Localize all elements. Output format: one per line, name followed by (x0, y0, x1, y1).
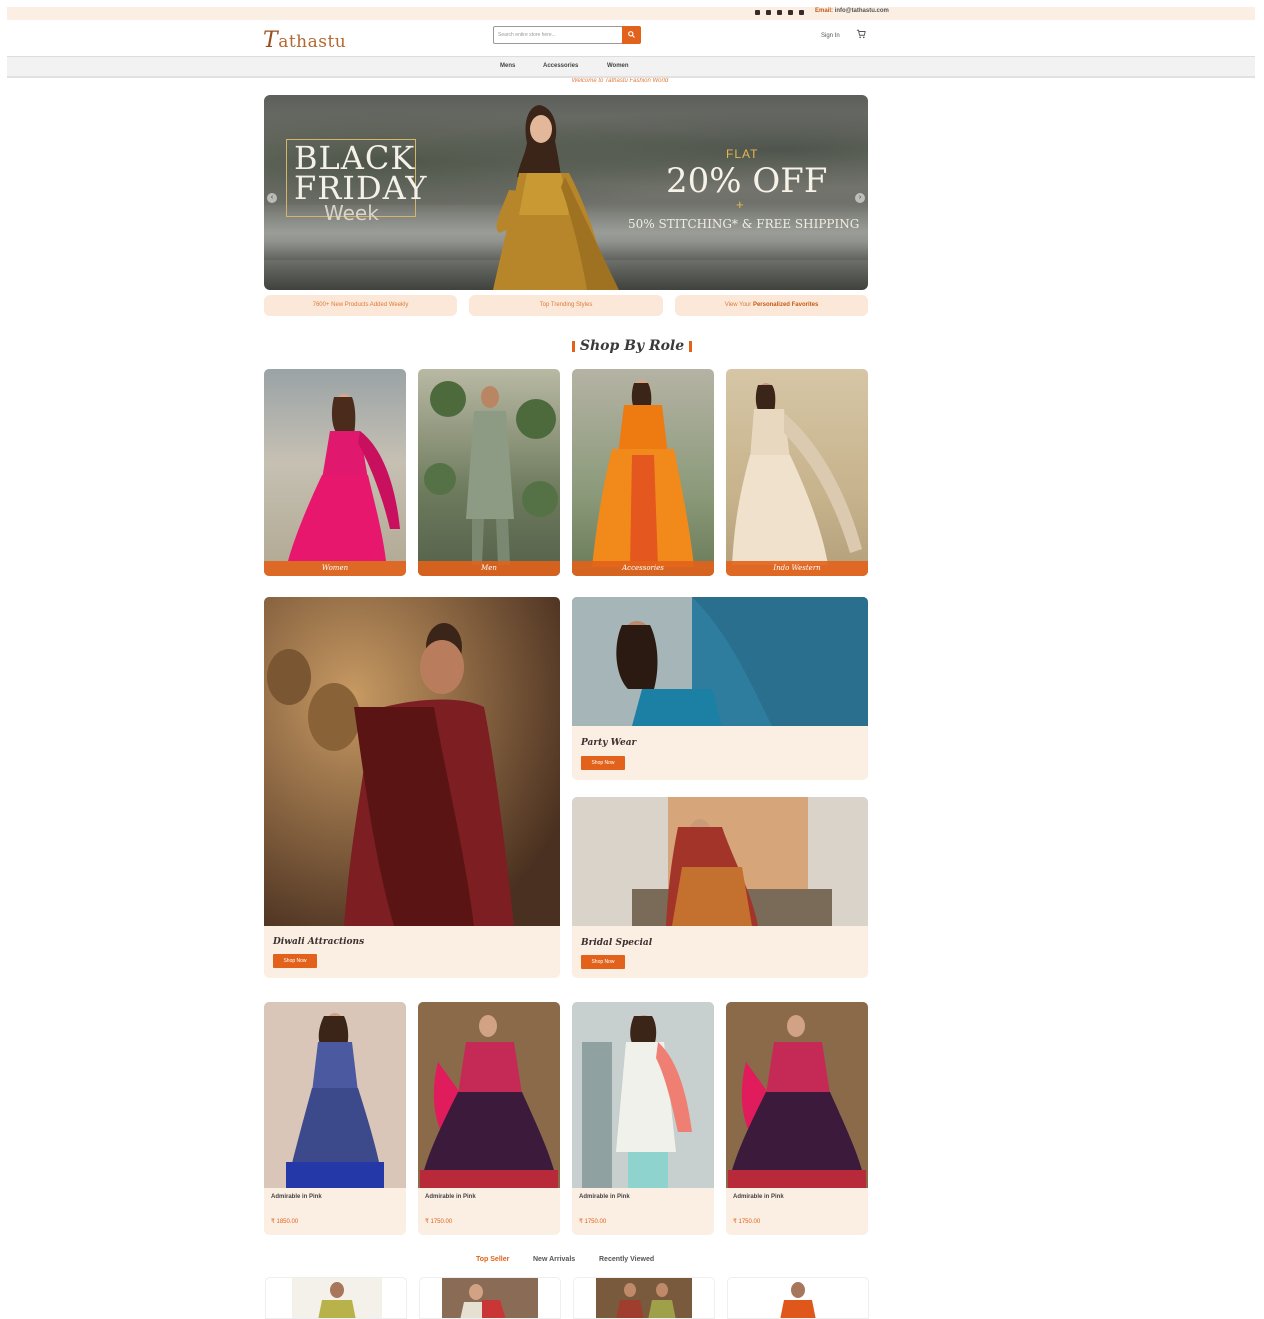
cart-icon[interactable] (856, 29, 866, 39)
product-image (442, 1278, 538, 1318)
feature-text: 7600+ New Products Added Weekly (312, 302, 409, 308)
main-nav: Mens Accessories Women (7, 56, 1255, 78)
hero-line-week: Week (324, 201, 379, 225)
role-card-women[interactable]: Women (264, 369, 406, 576)
promo-bridal-special[interactable]: Bridal Special Shop Now (572, 797, 868, 978)
promo-image-diwali (264, 597, 560, 926)
chevron-left-icon: ‹ (270, 194, 274, 201)
search-button[interactable] (622, 26, 641, 44)
product-card-preview[interactable] (419, 1277, 561, 1319)
social-links (755, 10, 804, 15)
logo-text: athastu (278, 32, 347, 52)
role-label: Men (418, 561, 560, 576)
role-card-men[interactable]: Men (418, 369, 560, 576)
nav-item-mens[interactable]: Mens (500, 63, 515, 69)
title-accent-left (571, 340, 575, 352)
sign-in-link[interactable]: Sign In (821, 33, 840, 39)
product-image (572, 1002, 714, 1188)
hero-offer: 20% OFF (666, 161, 828, 201)
hero-model-image (493, 105, 619, 290)
promo-party-wear[interactable]: Party Wear Shop Now (572, 597, 868, 780)
facebook-icon[interactable] (755, 10, 760, 15)
product-name[interactable]: Admirable in Pink (271, 1194, 322, 1200)
role-card-indo-western[interactable]: Indo Western (726, 369, 868, 576)
feature-pill-trending: Top Trending Styles (469, 295, 663, 316)
tab-top-seller[interactable]: Top Seller (476, 1256, 509, 1263)
feature-pill-new-products: 7600+ New Products Added Weekly (264, 295, 457, 316)
welcome-marquee: Welcome to Tathastu Fashion World (571, 78, 669, 84)
product-card[interactable]: Admirable in Pink ₹ 1850.00 (264, 1002, 406, 1235)
promo-diwali[interactable]: Diwali Attractions Shop Now (264, 597, 560, 978)
role-image-indo-western (732, 383, 862, 565)
product-price: ₹ 1850.00 (271, 1219, 299, 1225)
section-title-shop-by-role: Shop By Role (0, 338, 1264, 354)
nav-item-women[interactable]: Women (607, 63, 629, 69)
instagram-icon[interactable] (777, 10, 782, 15)
product-name[interactable]: Admirable in Pink (425, 1194, 476, 1200)
feature-prefix: View Your (724, 302, 753, 308)
shop-now-button[interactable]: Shop Now (581, 955, 625, 969)
product-price: ₹ 1750.00 (425, 1219, 453, 1225)
promo-image-bridal (572, 797, 868, 926)
feature-highlight: Personalized Favorites (752, 302, 819, 308)
pinterest-icon[interactable] (799, 10, 804, 15)
product-card-preview[interactable] (573, 1277, 715, 1319)
tab-recently-viewed[interactable]: Recently Viewed (599, 1256, 654, 1263)
role-image-women (288, 394, 400, 561)
promo-title: Bridal Special (581, 938, 653, 948)
product-price: ₹ 1750.00 (733, 1219, 761, 1225)
product-image (780, 1282, 816, 1318)
hero-banner[interactable]: BLACK FRIDAY Week FLAT 20% OFF + 50% STI… (264, 95, 868, 290)
promo-title: Diwali Attractions (273, 937, 365, 947)
product-card[interactable]: Admirable in Pink ₹ 1750.00 (572, 1002, 714, 1235)
tab-new-arrivals[interactable]: New Arrivals (533, 1256, 575, 1263)
product-image (418, 1002, 560, 1188)
product-image (596, 1278, 692, 1318)
email-label: Email: (815, 8, 834, 14)
promo-image-party-wear (572, 597, 868, 726)
title-accent-right (689, 340, 693, 352)
promo-title: Party Wear (581, 738, 637, 748)
shop-by-role-title: Shop By Role (579, 338, 685, 354)
carousel-next-button[interactable]: › (855, 193, 865, 203)
logo-initial: T (263, 28, 279, 53)
site-header: Tathastu Search entire store here... Sig… (7, 20, 1255, 56)
carousel-prev-button[interactable]: ‹ (267, 193, 277, 203)
feature-pill-favorites[interactable]: View Your Personalized Favorites (675, 295, 868, 316)
product-image (292, 1278, 382, 1318)
product-price: ₹ 1750.00 (579, 1219, 607, 1225)
product-card-preview[interactable] (727, 1277, 869, 1319)
role-image-accessories (592, 380, 694, 567)
twitter-icon[interactable] (766, 10, 771, 15)
role-label: Indo Western (726, 561, 868, 576)
shop-now-button[interactable]: Shop Now (273, 954, 317, 968)
product-card-preview[interactable] (265, 1277, 407, 1319)
top-email[interactable]: Email: info@tathastu.com (815, 8, 889, 14)
youtube-icon[interactable] (788, 10, 793, 15)
chevron-right-icon: › (858, 194, 862, 201)
hero-plus: + (736, 197, 744, 212)
hero-flat: FLAT (726, 147, 759, 161)
role-label: Accessories (572, 561, 714, 576)
product-card[interactable]: Admirable in Pink ₹ 1750.00 (726, 1002, 868, 1235)
feature-text: Top Trending Styles (539, 302, 593, 308)
nav-item-accessories[interactable]: Accessories (543, 63, 578, 69)
product-image (726, 1002, 868, 1188)
email-address[interactable]: info@tathastu.com (835, 8, 889, 14)
role-image-men (424, 381, 558, 565)
role-label: Women (264, 561, 406, 576)
site-logo[interactable]: Tathastu (263, 28, 346, 53)
hero-extra: 50% STITCHING* & FREE SHIPPING (628, 217, 860, 231)
search-input[interactable]: Search entire store here... (493, 26, 623, 44)
top-strip: Email: info@tathastu.com (7, 7, 1255, 20)
product-name[interactable]: Admirable in Pink (579, 1194, 630, 1200)
shop-now-button[interactable]: Shop Now (581, 756, 625, 770)
search-icon (628, 31, 635, 38)
product-name[interactable]: Admirable in Pink (733, 1194, 784, 1200)
role-card-accessories[interactable]: Accessories (572, 369, 714, 576)
product-image (264, 1002, 406, 1188)
product-card[interactable]: Admirable in Pink ₹ 1750.00 (418, 1002, 560, 1235)
